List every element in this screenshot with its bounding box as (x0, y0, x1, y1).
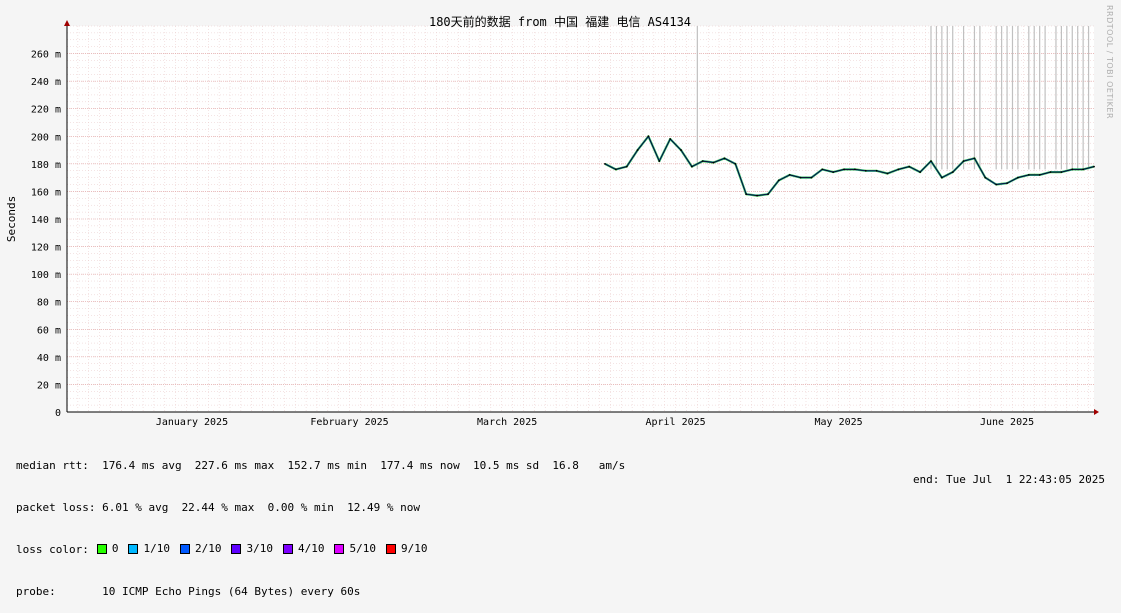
color-swatch (334, 544, 345, 554)
rtt-point (604, 162, 606, 165)
y-tick-label: 240 m (31, 77, 61, 88)
rtt-point (788, 173, 791, 176)
rtt-point (1060, 171, 1063, 174)
rtt-point (940, 176, 943, 179)
x-tick-label: January 2025 (156, 417, 228, 428)
rtt-point (712, 161, 715, 164)
rrdtool-watermark: RRDTOOL / TOBI OETIKER (1105, 5, 1114, 120)
rtt-point (864, 169, 867, 172)
probe-line: probe: 10 ICMP Echo Pings (64 Bytes) eve… (16, 585, 361, 598)
loss-color-item: 1/10 (128, 542, 170, 556)
rtt-point (690, 165, 693, 168)
color-swatch (128, 544, 139, 554)
loss-color-item: 3/10 (231, 542, 273, 556)
loss-color-item: 9/10 (385, 542, 428, 556)
rtt-point (897, 168, 900, 171)
color-swatch (282, 544, 293, 554)
rtt-point (734, 162, 737, 165)
y-tick-label: 160 m (31, 187, 61, 198)
loss-color-text: 3/10 (246, 542, 273, 555)
x-tick-label: May 2025 (815, 417, 863, 428)
rtt-point (723, 157, 726, 160)
rtt-point (973, 157, 976, 160)
rtt-point (767, 193, 769, 196)
loss-color-text: 4/10 (297, 542, 325, 555)
x-tick-label: April 2025 (645, 417, 705, 428)
end-timestamp: end: Tue Jul 1 22:43:05 2025 (912, 473, 1105, 486)
x-tick-label: March 2025 (477, 417, 537, 428)
y-tick-label: 0 (55, 408, 61, 419)
rtt-point (1049, 171, 1052, 174)
loss-color-item: 5/10 (334, 542, 376, 556)
rtt-point (995, 183, 998, 186)
rtt-point (1038, 173, 1041, 176)
rtt-point (1017, 176, 1019, 179)
legend: median rtt: 176.4 ms avg 227.6 ms max 15… (16, 431, 625, 613)
rtt-point (701, 160, 704, 163)
rtt-point (777, 179, 780, 182)
y-tick-label: 220 m (31, 105, 61, 116)
y-tick-label: 40 m (37, 353, 61, 364)
rtt-point (647, 135, 650, 138)
loss-color-text: 1/10 (143, 542, 170, 555)
median-rtt-line: median rtt: 176.4 ms avg 227.6 ms max 15… (16, 459, 626, 472)
rtt-point (821, 168, 824, 171)
rtt-point (625, 165, 628, 168)
rtt-point (745, 193, 748, 196)
rtt-point (908, 165, 911, 168)
y-tick-label: 260 m (31, 50, 61, 61)
loss-color-text: 9/10 (400, 542, 428, 555)
rtt-point (854, 168, 856, 171)
loss-color-text: 2/10 (194, 542, 222, 555)
rtt-point (1093, 165, 1095, 168)
x-tick-label: February 2025 (310, 417, 388, 428)
y-tick-label: 80 m (37, 298, 61, 309)
rtt-point (843, 168, 845, 171)
rtt-point (832, 171, 835, 174)
rtt-point (962, 160, 965, 163)
rtt-point (810, 176, 813, 179)
rtt-point (756, 194, 759, 197)
y-tick-label: 120 m (31, 243, 61, 254)
y-tick-label: 200 m (31, 132, 61, 143)
loss-color-label: loss color: (16, 543, 89, 556)
rtt-point (875, 169, 878, 172)
rtt-point (1006, 182, 1008, 185)
loss-color-items: 0 1/10 2/10 3/10 4/10 5/10 9/10 (96, 542, 438, 558)
loss-color-line: loss color: 0 1/10 2/10 3/10 4/10 5/10 9/10 (16, 542, 625, 558)
loss-color-item: 0 (96, 542, 119, 556)
y-tick-label: 20 m (37, 380, 61, 391)
loss-color-text: 5/10 (349, 542, 376, 555)
rtt-point (614, 168, 617, 171)
rtt-point (919, 171, 922, 174)
x-tick-label: June 2025 (980, 417, 1034, 428)
loss-color-item: 4/10 (282, 542, 325, 556)
rtt-point (1027, 173, 1030, 176)
rtt-point (669, 138, 672, 140)
rtt-point (636, 149, 639, 151)
color-swatch (179, 544, 190, 554)
rtt-point (1071, 168, 1074, 171)
color-swatch (385, 544, 396, 554)
rtt-point (930, 160, 932, 163)
rtt-point (799, 176, 802, 179)
y-tick-label: 100 m (31, 270, 61, 281)
chart-title: 180天前的数据 from 中国 福建 电信 AS4134 (429, 14, 691, 29)
rtt-chart: 0 20 m 40 m 60 m 80 m 100 m 120 m 140 m 160 m 180… (0, 0, 1121, 430)
loss-color-item: 2/10 (179, 542, 222, 556)
rtt-point (886, 172, 889, 175)
y-tick-label: 180 m (31, 160, 61, 171)
rtt-point (951, 171, 954, 174)
color-swatch (96, 544, 107, 554)
y-axis-label: Seconds (5, 196, 18, 242)
rtt-point (658, 160, 661, 163)
y-tick-label: 140 m (31, 215, 61, 226)
rtt-point (984, 176, 987, 179)
rtt-point (680, 149, 682, 151)
y-tick-label: 60 m (37, 325, 61, 336)
color-swatch (231, 544, 242, 554)
packet-loss-line: packet loss: 6.01 % avg 22.44 % max 0.00… (16, 501, 420, 514)
rtt-point (1082, 168, 1085, 171)
loss-color-text: 0 (111, 542, 119, 555)
